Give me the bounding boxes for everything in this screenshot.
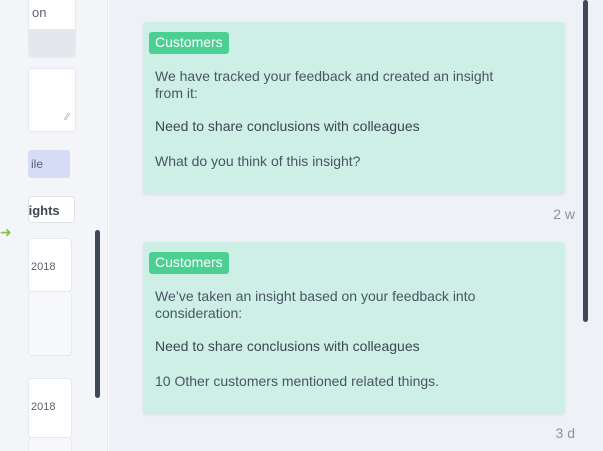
tab-highlights-label: lights <box>28 203 60 218</box>
message-timestamp: 3 d <box>555 425 575 441</box>
resize-handle-icon[interactable]: ⁄⁄ <box>66 112 69 123</box>
insight-title[interactable]: Need to share conclusions with colleague… <box>149 118 553 135</box>
arrow-right-icon: ➜ <box>0 224 12 240</box>
list-item-date: 2018 <box>31 401 56 413</box>
option-card[interactable]: on <box>28 0 76 58</box>
list-item-date: 2018 <box>31 261 56 273</box>
list-item-detail[interactable] <box>28 292 72 356</box>
insight-title[interactable]: Need to share conclusions with colleague… <box>149 338 553 355</box>
filter-chip[interactable]: ile <box>28 150 70 178</box>
app-stage: on ⁄⁄ ile lights ➜ 2018 2018 Customers W… <box>0 0 603 451</box>
list-item[interactable]: 2018 <box>28 378 72 438</box>
list-item[interactable]: 2018 <box>28 238 72 292</box>
feed-scrollbar[interactable] <box>583 0 588 322</box>
list-item-detail[interactable] <box>28 438 72 451</box>
message-question: What do you think of this insight? <box>155 153 361 169</box>
message-feed: Customers We have tracked your feedback … <box>109 0 603 451</box>
tab-highlights[interactable]: lights <box>28 196 75 223</box>
message-timestamp: 2 w <box>553 206 575 222</box>
left-panel: on ⁄⁄ ile lights ➜ 2018 2018 <box>0 0 108 451</box>
message-text: We’ve taken an insight based on your fee… <box>155 288 476 321</box>
customers-badge: Customers <box>149 32 229 54</box>
option-card-footer <box>29 29 75 57</box>
option-card-label: on <box>32 5 47 20</box>
customers-badge: Customers <box>149 252 229 274</box>
notes-textarea[interactable]: ⁄⁄ <box>28 68 76 132</box>
message-text: We have tracked your feedback and create… <box>155 68 494 101</box>
message-card: Customers We’ve taken an insight based o… <box>143 242 565 414</box>
message-card: Customers We have tracked your feedback … <box>143 22 565 194</box>
related-count-text: 10 Other customers mentioned related thi… <box>155 373 440 389</box>
left-scrollbar[interactable] <box>95 230 100 398</box>
filter-chip-label: ile <box>31 157 44 171</box>
